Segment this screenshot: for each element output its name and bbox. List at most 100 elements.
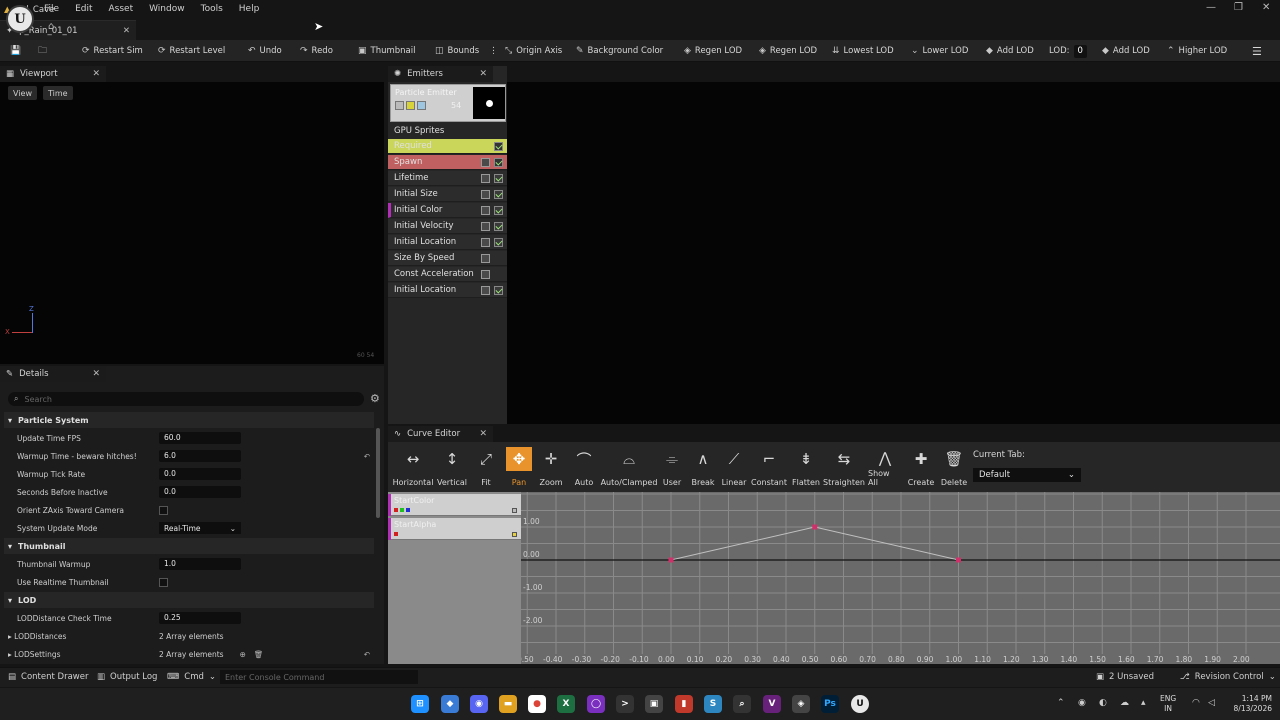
curve-key-point[interactable]: [668, 557, 674, 563]
pan-button[interactable]: ✥ Pan: [505, 447, 533, 487]
app-icon-1[interactable]: ◆: [441, 695, 459, 713]
fit-button[interactable]: ⤢ Fit: [472, 447, 500, 487]
prop-value-field[interactable]: 0.0: [159, 486, 241, 498]
user-button[interactable]: ⌯ User: [660, 447, 684, 487]
prop-value-field[interactable]: 6.0: [159, 450, 241, 462]
output-log-button[interactable]: ▥ Output Log: [97, 671, 157, 683]
prop-lod-settings[interactable]: ▸ LODSettings 2 Array elements ⊕ 🗑 ↶: [4, 646, 374, 662]
linear-button[interactable]: ⟋ Linear: [720, 447, 748, 487]
close-icon[interactable]: ✕: [92, 369, 100, 379]
module-graph-toggle[interactable]: [494, 221, 503, 231]
section-lod[interactable]: ▾ LOD: [4, 592, 374, 608]
more-options-icon[interactable]: ⋮: [489, 46, 498, 56]
curve-visibility-toggle[interactable]: [512, 508, 517, 513]
photoshop-icon[interactable]: Ps: [821, 695, 839, 713]
module-initial-location-2[interactable]: Initial Location: [388, 283, 507, 298]
zoom-button[interactable]: ✛ Zoom: [537, 447, 565, 487]
module-enable-toggle[interactable]: [481, 285, 490, 295]
prop-value-field[interactable]: 1.0: [159, 558, 241, 570]
start-menu-icon[interactable]: ⊞: [411, 695, 429, 713]
menu-window[interactable]: Window: [149, 4, 185, 14]
redo-button[interactable]: ↷ Redo: [300, 44, 333, 58]
tray-chevron-icon[interactable]: ⌃: [1057, 698, 1065, 708]
straighten-button[interactable]: ⇆ Straighten: [823, 447, 865, 487]
regen-lod-button[interactable]: ◈ Regen LOD: [684, 44, 742, 58]
cmd-select[interactable]: ⌨ Cmd ⌄: [167, 671, 216, 683]
tray-app-icon-3[interactable]: ☁: [1120, 698, 1129, 708]
lower-lod-button[interactable]: ⌄ Lower LOD: [911, 44, 968, 58]
higher-lod-button[interactable]: ⌃ Higher LOD: [1167, 44, 1227, 58]
settings-gear-icon[interactable]: ⚙: [370, 392, 380, 405]
module-enable-toggle[interactable]: [481, 189, 490, 199]
module-graph-toggle[interactable]: [494, 205, 503, 215]
tray-app-icon-2[interactable]: ◐: [1099, 698, 1107, 708]
bounds-button[interactable]: ◫ Bounds ⋮: [435, 44, 498, 58]
add-element-icon[interactable]: ⊕: [240, 650, 246, 659]
emitter-enable-icon[interactable]: [395, 101, 404, 110]
add-lod-button[interactable]: ◆ Add LOD: [986, 44, 1034, 58]
background-color-button[interactable]: ✎ Background Color: [576, 44, 663, 58]
menu-asset[interactable]: Asset: [109, 4, 134, 14]
module-const-acceleration[interactable]: Const Acceleration: [388, 267, 507, 282]
regen-lod-button-2[interactable]: ◈ Regen LOD: [759, 44, 817, 58]
flatten-button[interactable]: ⇟ Flatten: [791, 447, 821, 487]
module-enable-toggle[interactable]: [481, 157, 490, 167]
tray-app-icon-4[interactable]: ▴: [1141, 698, 1146, 708]
terminal-icon[interactable]: >: [616, 695, 634, 713]
menu-file[interactable]: File: [44, 4, 59, 14]
module-graph-toggle[interactable]: [494, 237, 503, 247]
tab-curve-editor[interactable]: ∿ Curve Editor ✕: [388, 426, 493, 442]
module-enable-toggle[interactable]: [481, 237, 490, 247]
module-graph-toggle[interactable]: [494, 157, 503, 167]
origin-axis-button[interactable]: ⤡ Origin Axis: [505, 44, 562, 58]
visual-studio-icon[interactable]: V: [763, 695, 781, 713]
system-update-mode-select[interactable]: Real-Time ⌄: [159, 522, 241, 534]
red-channel-icon[interactable]: [394, 508, 398, 512]
module-lifetime[interactable]: Lifetime: [388, 171, 507, 186]
module-graph-toggle[interactable]: [494, 285, 503, 295]
module-initial-location[interactable]: Initial Location: [388, 235, 507, 250]
close-icon[interactable]: ✕: [479, 69, 487, 79]
clock[interactable]: 1:14 PM 8/13/2026: [1226, 694, 1272, 714]
viewport[interactable]: [0, 82, 384, 364]
module-initial-velocity[interactable]: Initial Velocity: [388, 219, 507, 234]
module-required[interactable]: Required: [388, 139, 507, 154]
browse-icon[interactable]: 🗀: [38, 44, 47, 58]
wifi-icon[interactable]: ◠: [1192, 698, 1200, 708]
prop-value-field[interactable]: 0.0: [159, 468, 241, 480]
curve-key-point[interactable]: [956, 557, 961, 563]
app-icon-6[interactable]: ◈: [792, 695, 810, 713]
restart-sim-button[interactable]: ⟳ Restart Sim: [82, 44, 143, 58]
menu-edit[interactable]: Edit: [75, 4, 92, 14]
menu-help[interactable]: Help: [239, 4, 260, 14]
reset-to-default-icon[interactable]: ↶: [364, 650, 370, 659]
minimize-icon[interactable]: —: [1206, 2, 1216, 13]
curve-graph[interactable]: -0.50 -0.40 -0.30 -0.20 -0.10 0.00 0.10 0.20 0.3…: [514, 492, 1280, 664]
app-icon-4[interactable]: S: [704, 695, 722, 713]
tab-details[interactable]: ✎ Details ✕: [0, 366, 106, 382]
details-scrollbar[interactable]: [376, 428, 380, 518]
console-command-input[interactable]: Enter Console Command: [220, 670, 418, 684]
curve-graph-svg[interactable]: -0.50 -0.40 -0.30 -0.20 -0.10 0.00 0.10 0.20 0.3…: [514, 492, 1280, 664]
curve-visibility-toggle[interactable]: [512, 532, 517, 537]
current-tab-select[interactable]: Default ⌄: [973, 468, 1081, 482]
unreal-logo-icon[interactable]: U: [6, 5, 34, 33]
module-graph-toggle[interactable]: [494, 189, 503, 199]
close-tab-icon[interactable]: ✕: [123, 26, 130, 36]
chrome-icon[interactable]: ●: [528, 695, 546, 713]
unsaved-button[interactable]: ▣ 2 Unsaved: [1096, 671, 1154, 683]
lowest-lod-button[interactable]: ⇊ Lowest LOD: [832, 44, 894, 58]
language-indicator[interactable]: ENG IN: [1160, 694, 1176, 714]
auto-button[interactable]: ⌒ Auto: [570, 447, 598, 488]
module-enable-toggle[interactable]: [481, 205, 490, 215]
orient-zaxis-checkbox[interactable]: [159, 505, 168, 515]
revision-control-button[interactable]: ⎇ Revision Control ⌄: [1180, 671, 1276, 683]
module-enable-toggle[interactable]: [481, 269, 490, 279]
maximize-icon[interactable]: ❐: [1234, 2, 1243, 13]
horizontal-button[interactable]: ↔ Horizontal: [393, 447, 434, 487]
time-button[interactable]: Time: [43, 86, 73, 100]
curve-start-alpha[interactable]: StartAlpha: [388, 518, 521, 540]
auto-clamped-button[interactable]: ⌓ Auto/Clamped: [601, 447, 658, 487]
blue-channel-icon[interactable]: [406, 508, 410, 512]
vertical-button[interactable]: ↕ Vertical: [436, 447, 468, 487]
